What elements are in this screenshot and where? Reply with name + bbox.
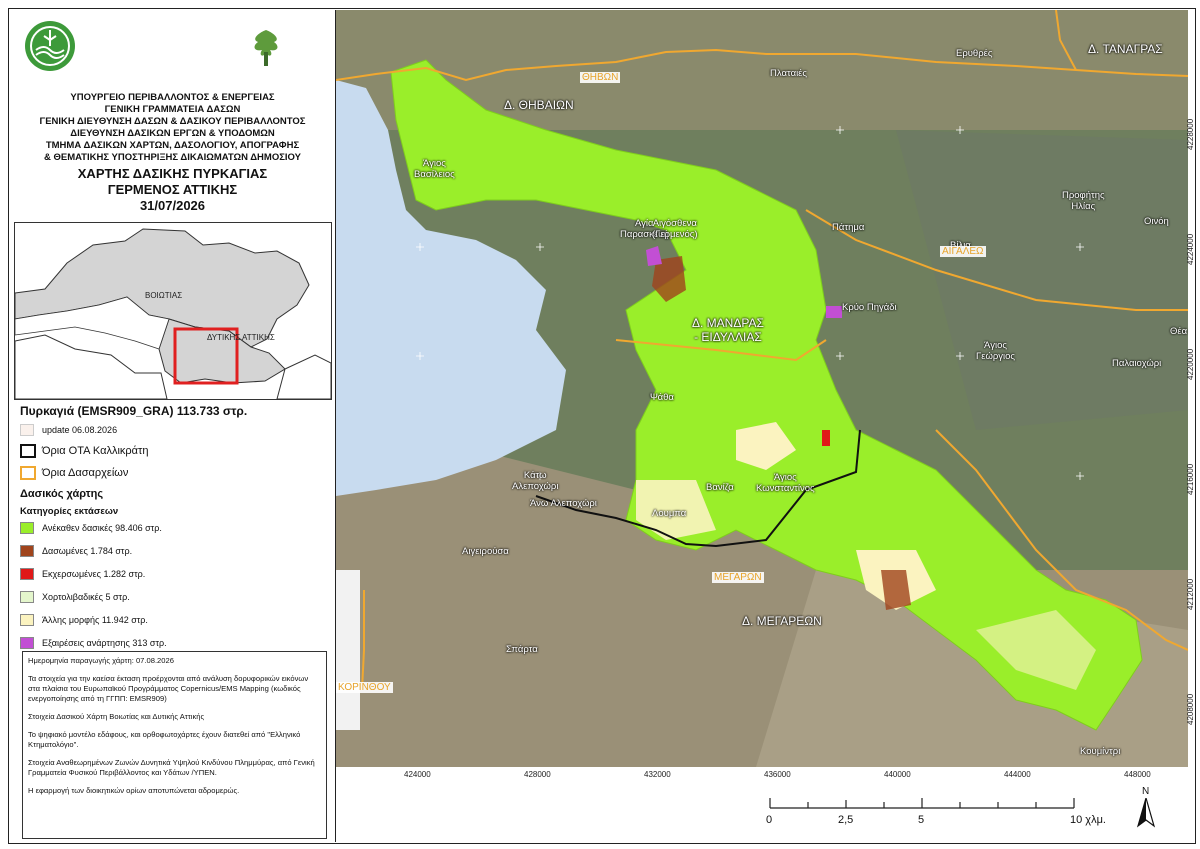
note-production-date: Ημερομηνία παραγωγής χάρτη: 07.08.2026 xyxy=(28,656,174,665)
scale-bar xyxy=(769,798,1075,809)
category-swatch xyxy=(20,568,34,580)
y-tick: 4224000 xyxy=(1186,233,1195,265)
label-agios-konstantinos: Άγιος Κωνσταντίνος xyxy=(756,472,815,494)
category-swatch xyxy=(20,545,34,557)
label-erythres: Ερυθρές xyxy=(956,48,993,59)
map-title: ΧΑΡΤΗΣ ΔΑΣΙΚΗΣ ΠΥΡΚΑΓΙΑΣ xyxy=(77,166,268,181)
header-line-5: ΤΜΗΜΑ ΔΑΣΙΚΩΝ ΧΑΡΤΩΝ, ΔΑΣΟΛΟΓΙΟΥ, ΑΠΟΓΡΑ… xyxy=(45,140,300,151)
x-tick: 444000 xyxy=(1004,770,1031,779)
note-dem: Το ψηφιακό μοντέλο εδάφους, και ορθοφωτο… xyxy=(28,730,301,749)
note-forest-map-source: Στοιχεία Δασικού Χάρτη Βοιωτίας και Δυτι… xyxy=(28,712,205,721)
label-sparta: Σπάρτα xyxy=(506,644,538,655)
note-boundaries: Η εφαρμογή των διοικητικών ορίων αποτυπώ… xyxy=(28,786,240,795)
scale-label-5: 5 xyxy=(918,814,925,826)
header-line-4: ΔΙΕΥΘΥΝΣΗ ΔΑΣΙΚΩΝ ΕΡΓΩΝ & ΥΠΟΔΟΜΩΝ xyxy=(70,128,275,139)
dasarxeia-swatch xyxy=(20,466,36,480)
forestry-logo xyxy=(254,30,278,66)
inset-map: ΒΟΙΩΤΙΑΣ ΔΥΤΙΚΗΣ ΑΤΤΙΚΗΣ xyxy=(14,222,332,400)
legend-dasarxeia-label: Όρια Δασαρχείων xyxy=(42,467,129,479)
category-label: Εκχερσωμένες 1.282 στρ. xyxy=(42,569,146,579)
label-d-tanagras: Δ. ΤΑΝΑΓΡΑΣ xyxy=(1088,42,1163,56)
map-view[interactable]: ΘΗΒΩΝ Δ. ΘΗΒΑΙΩΝ Άγιος Βασίλειος Πλαταιέ… xyxy=(336,10,1188,767)
x-tick: 436000 xyxy=(764,770,791,779)
label-thea: Θέα xyxy=(1170,326,1188,337)
label-d-thivaion: Δ. ΘΗΒΑΙΩΝ xyxy=(504,98,574,112)
x-tick: 432000 xyxy=(644,770,671,779)
label-palaiochori: Παλαιοχώρι xyxy=(1112,358,1162,369)
label-psatha: Ψάθα xyxy=(650,392,674,403)
inset-label-voiotia: ΒΟΙΩΤΙΑΣ xyxy=(145,291,183,300)
category-swatch xyxy=(20,614,34,626)
legend-ota-label: Όρια ΟΤΑ Καλλικράτη xyxy=(42,445,149,457)
category-swatch xyxy=(20,522,34,534)
label-patima: Πάτημα xyxy=(832,222,865,233)
label-profitis-ilias: Προφήτης Ηλίας xyxy=(1062,190,1105,212)
label-d-mandras: Δ. ΜΑΝΔΡΑΣ - ΕΙΔΥΛΛΙΑΣ xyxy=(692,316,764,344)
y-tick: 4228000 xyxy=(1186,118,1195,150)
label-d-megareon: Δ. ΜΕΓΑΡΕΩΝ xyxy=(742,614,822,628)
notes-box: Ημερομηνία παραγωγής χάρτη: 07.08.2026 Τ… xyxy=(22,651,327,839)
north-arrow-icon xyxy=(1136,798,1156,828)
category-label: Ανέκαθεν δασικές 98.406 στρ. xyxy=(42,523,162,533)
label-megaron: ΜΕΓΑΡΩΝ xyxy=(712,572,764,583)
x-tick: 424000 xyxy=(404,770,431,779)
note-flood-zones: Στοιχεία Αναθεωρημένων Ζωνών Δυνητικά Υψ… xyxy=(28,758,315,777)
inset-map-graphic xyxy=(15,228,331,399)
scale-label-0: 0 xyxy=(766,814,773,826)
category-label: Εξαιρέσεις ανάρτησης 313 στρ. xyxy=(42,638,167,648)
y-tick: 4216000 xyxy=(1186,463,1195,495)
category-label: Δασωμένες 1.784 στρ. xyxy=(42,546,133,556)
label-agios-georgios: Άγιος Γεώργιος xyxy=(976,340,1016,362)
label-loumpa: Λουμπα xyxy=(652,508,687,519)
category-label: Χορτολιβαδικές 5 στρ. xyxy=(42,592,130,602)
legend-fire-title: Πυρκαγιά (EMSR909_GRA) 113.733 στρ. xyxy=(20,404,248,418)
y-tick: 4212000 xyxy=(1186,578,1195,610)
legend-categories-title: Κατηγορίες εκτάσεων xyxy=(20,506,119,517)
x-tick: 440000 xyxy=(884,770,911,779)
category-label: Άλλης μορφής 11.942 στρ. xyxy=(42,615,148,625)
note-copernicus: Τα στοιχεία για την καείσα έκταση προέρχ… xyxy=(28,674,309,703)
north-label: N xyxy=(1142,786,1150,797)
label-koumintri: Κουμίντρι xyxy=(1080,746,1121,757)
label-korinthou: ΚΟΡΙΝΘΟΥ xyxy=(336,682,393,693)
category-swatch xyxy=(20,591,34,603)
label-aigaleo: ΑΙΓΑΛΕΩ xyxy=(940,246,986,257)
label-kryo-pigadi: Κρύο Πηγάδι xyxy=(842,302,897,313)
y-tick: 4208000 xyxy=(1186,693,1195,725)
label-agios-vasileios: Άγιος Βασίλειος xyxy=(414,158,455,180)
legend-update-label: update 06.08.2026 xyxy=(42,425,118,435)
header-line-3: ΓΕΝΙΚΗ ΔΙΕΥΘΥΝΣΗ ΔΑΣΩΝ & ΔΑΣΙΚΟΥ ΠΕΡΙΒΑΛ… xyxy=(39,116,306,127)
label-kato-alepochori: Κάτω Αλεποχώρι xyxy=(512,470,559,492)
label-vaniza: Βανίζα xyxy=(706,482,734,493)
header-line-6: & ΘΕΜΑΤΙΚΗΣ ΥΠΟΣΤΗΡΙΞΗΣ ΔΙΚΑΙΩΜΑΤΩΝ ΔΗΜΟ… xyxy=(43,152,302,163)
label-aigosthena: Αιγόσθενα (Γερμενός) xyxy=(652,218,698,240)
scale-label-2-5: 2,5 xyxy=(838,814,854,826)
legend-forest-map: Δασικός χάρτης xyxy=(20,488,104,500)
ota-swatch xyxy=(20,444,36,458)
label-aigeirousa: Αιγειρούσα xyxy=(462,546,509,557)
label-ano-alepochori: Άνω Αλεποχώρι xyxy=(530,498,597,509)
category-swatch xyxy=(20,637,34,649)
label-oinoi: Οινόη xyxy=(1144,216,1169,227)
ministry-logo xyxy=(25,21,75,71)
label-thivon: ΘΗΒΩΝ xyxy=(580,72,621,83)
inset-label-dytiki: ΔΥΤΙΚΗΣ ΑΤΤΙΚΗΣ xyxy=(207,333,275,342)
map-subtitle: ΓΕΡΜΕΝΟΣ ΑΤΤΙΚΗΣ xyxy=(107,182,238,197)
header-line-2: ΓΕΝΙΚΗ ΓΡΑΜΜΑΤΕΙΑ ΔΑΣΩΝ xyxy=(104,104,241,115)
label-plataies: Πλαταιές xyxy=(770,68,807,79)
fire-swatch xyxy=(20,424,34,436)
y-tick: 4220000 xyxy=(1186,348,1195,380)
header-line-1: ΥΠΟΥΡΓΕΙΟ ΠΕΡΙΒΑΛΛΟΝΤΟΣ & ΕΝΕΡΓΕΙΑΣ xyxy=(70,92,275,103)
x-tick: 428000 xyxy=(524,770,551,779)
map-canvas xyxy=(336,10,1188,767)
scale-label-10: 10 χλμ. xyxy=(1070,814,1106,826)
x-tick: 448000 xyxy=(1124,770,1151,779)
map-date: 31/07/2026 xyxy=(139,198,206,213)
